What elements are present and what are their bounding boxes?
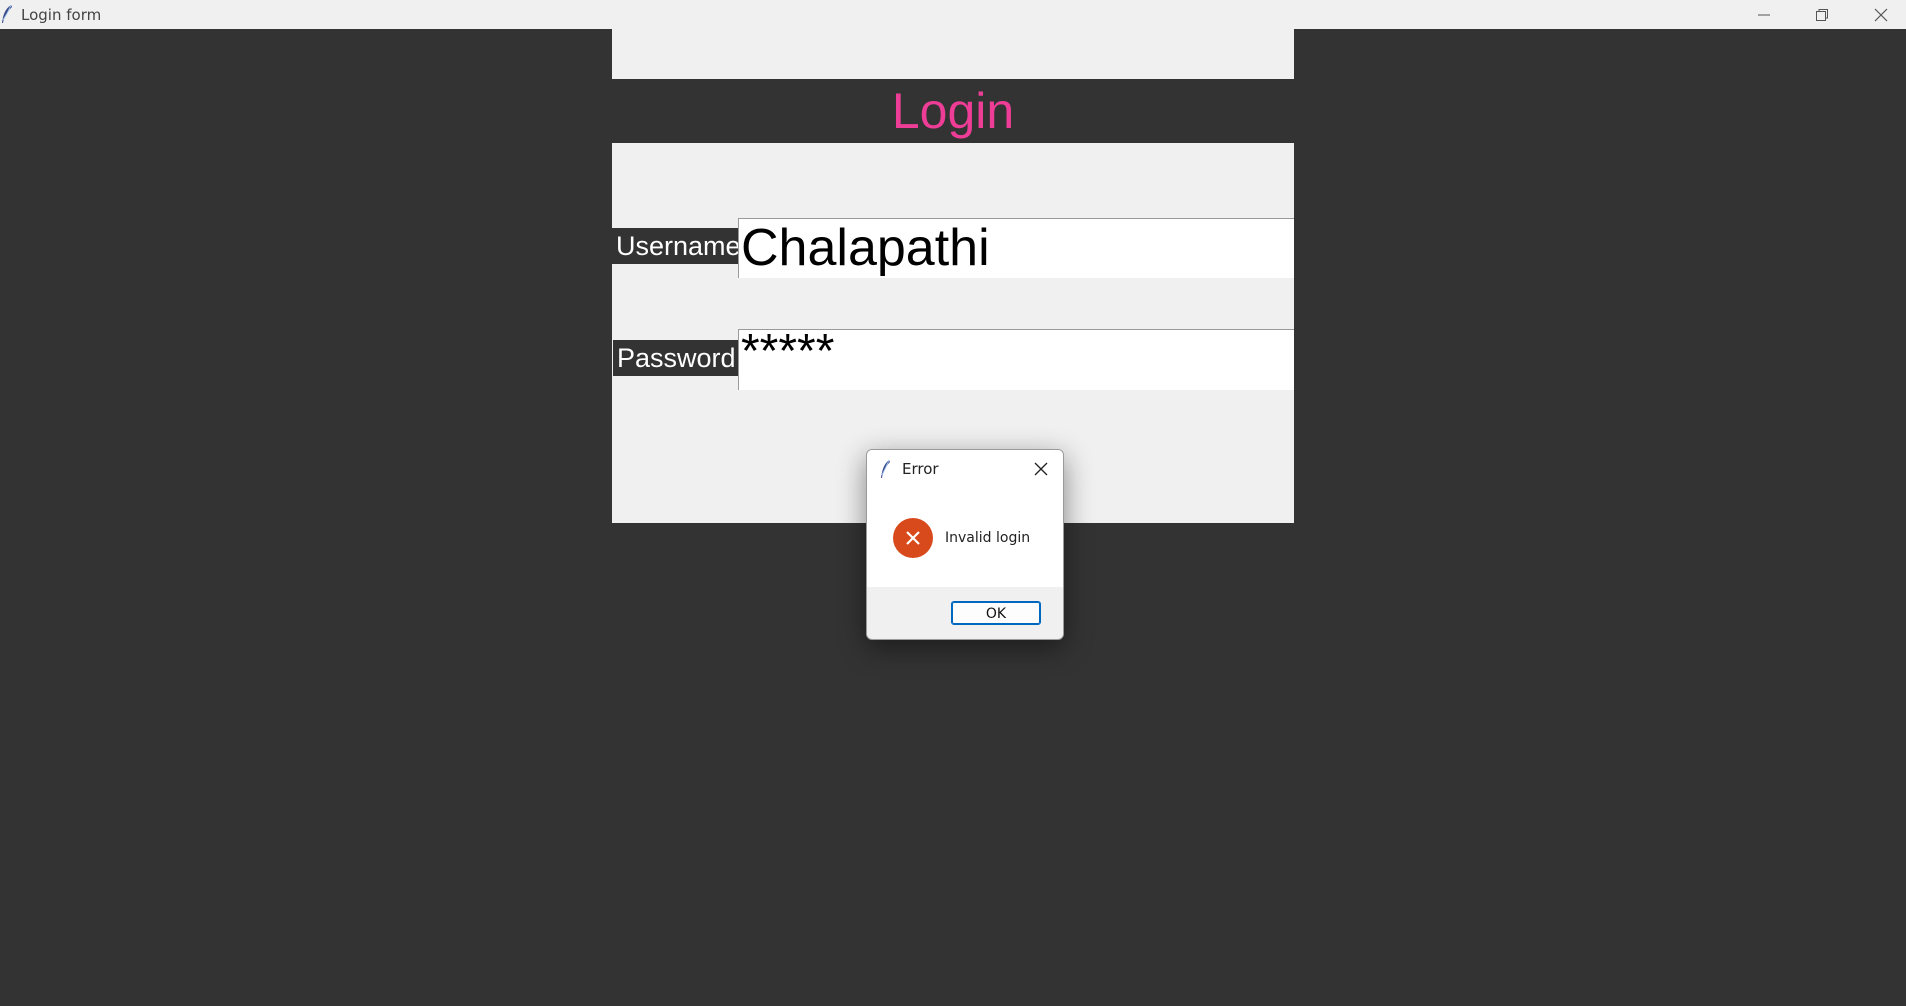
error-icon [893,518,933,558]
password-label: Password [613,340,740,376]
feather-icon [881,459,890,478]
window-title: Login form [21,6,102,24]
login-heading: Login [891,83,1015,139]
dialog-message: Invalid login [945,530,1031,546]
password-field[interactable]: ***** [738,329,1294,390]
dialog-close-icon[interactable] [1032,460,1050,478]
window-titlebar: Login form [0,0,1906,29]
minimize-button[interactable] [1735,0,1793,29]
ok-button[interactable]: OK [951,601,1041,625]
dialog-title: Error [902,460,939,478]
login-heading-band: Login [612,79,1294,143]
restore-button[interactable] [1793,0,1851,29]
dialog-body: Invalid login [867,488,1063,587]
close-icon [1874,8,1888,22]
error-dialog: Error Invalid login OK [866,449,1064,640]
username-label: Username [612,228,741,264]
close-button[interactable] [1852,0,1906,29]
username-field[interactable]: Chalapathi [738,218,1294,278]
minimize-icon [1758,14,1770,16]
dialog-titlebar: Error [867,450,1063,488]
feather-icon [2,4,12,23]
restore-icon [1816,9,1828,21]
